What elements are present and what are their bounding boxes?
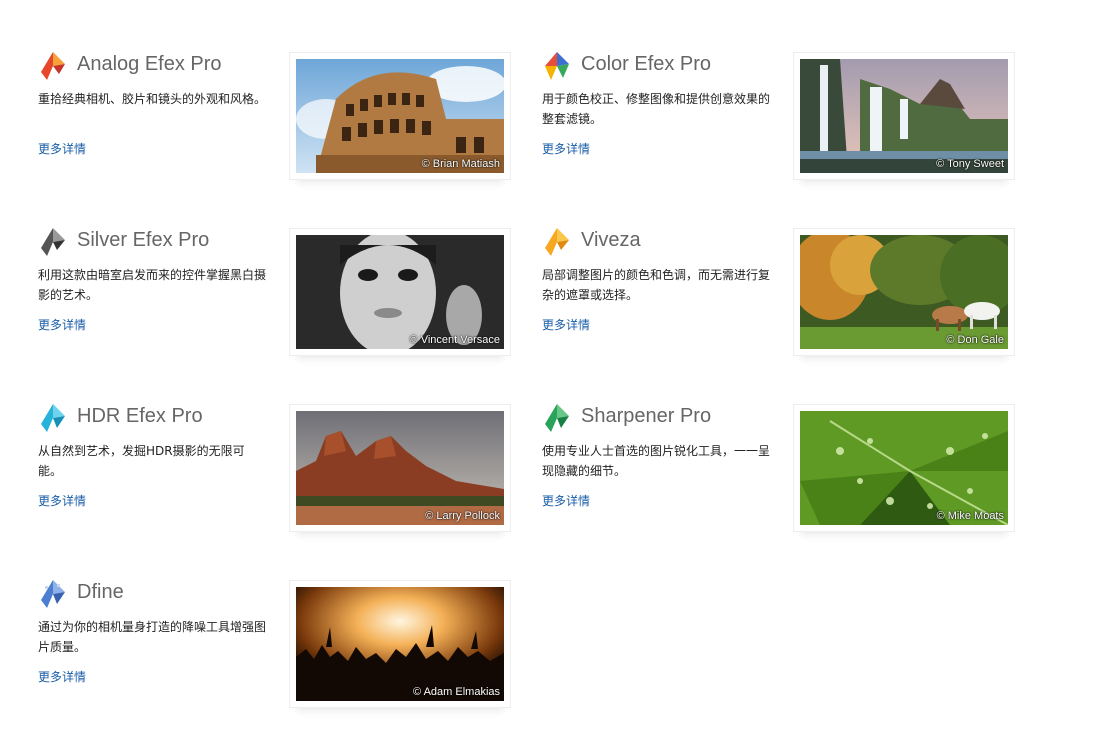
photo-credit: © Brian Matiash [421, 158, 500, 170]
product-description: 通过为你的相机量身打造的降噪工具增强图片质量。 [38, 620, 267, 654]
sharpener-pro-logo-icon [545, 404, 569, 432]
product-silver-efex-pro: Silver Efex Pro 利用这款由暗室启发而来的控件掌握黑白摄影的艺术。… [0, 226, 511, 386]
product-color-efex-pro: Color Efex Pro 用于颜色校正、修整图像和提供创意效果的整套滤镜。 … [504, 50, 1015, 210]
leaf-photo: © Mike Moats [800, 411, 1008, 525]
red-rocks-photo: © Larry Pollock [296, 411, 504, 525]
product-dfine: Dfine 通过为你的相机量身打造的降噪工具增强图片质量。 更多详情 © Ada… [0, 578, 511, 738]
more-details-link[interactable]: 更多详情 [542, 492, 590, 509]
photo-credit: © Vincent Versace [409, 334, 500, 346]
product-photo-frame[interactable]: © Larry Pollock [289, 404, 511, 532]
product-photo-frame[interactable]: © Brian Matiash [289, 52, 511, 180]
photo-credit: © Don Gale [946, 334, 1004, 346]
colosseum-photo: © Brian Matiash [296, 59, 504, 173]
color-efex-logo-icon [545, 52, 569, 80]
hdr-efex-logo-icon [41, 404, 65, 432]
product-photo-frame[interactable]: © Mike Moats [793, 404, 1015, 532]
product-title-row: Analog Efex Pro [37, 50, 277, 84]
product-description: 用于颜色校正、修整图像和提供创意效果的整套滤镜。 [542, 92, 771, 126]
product-description: 从自然到艺术，发掘HDR摄影的无限可能。 [38, 444, 245, 478]
product-title-row: Dfine [37, 578, 277, 612]
product-viveza: Viveza 局部调整图片的颜色和色调，而无需进行复杂的遮罩或选择。 更多详情 [504, 226, 1015, 386]
more-details-link[interactable]: 更多详情 [38, 492, 86, 509]
product-hdr-efex-pro: HDR Efex Pro 从自然到艺术，发掘HDR摄影的无限可能。 更多详情 ©… [0, 402, 511, 562]
more-details-link[interactable]: 更多详情 [38, 668, 86, 685]
photo-credit: © Tony Sweet [936, 158, 1004, 170]
concert-photo: © Adam Elmakias [296, 587, 504, 701]
product-description: 利用这款由暗室启发而来的控件掌握黑白摄影的艺术。 [38, 268, 267, 302]
viveza-logo-icon [545, 228, 569, 256]
photo-credit: © Larry Pollock [425, 510, 500, 522]
portrait-photo: © Vincent Versace [296, 235, 504, 349]
analog-efex-logo-icon [41, 52, 65, 80]
product-name[interactable]: Viveza [581, 229, 641, 252]
product-grid: Analog Efex Pro 重拾经典相机、胶片和镜头的外观和风格。 更多详情 [0, 0, 1108, 742]
product-name[interactable]: HDR Efex Pro [77, 405, 203, 428]
horses-photo: © Don Gale [800, 235, 1008, 349]
more-details-link[interactable]: 更多详情 [38, 140, 86, 157]
product-description: 使用专业人士首选的图片锐化工具，一一呈现隐藏的细节。 [542, 444, 771, 478]
product-name[interactable]: Color Efex Pro [581, 53, 711, 76]
more-details-link[interactable]: 更多详情 [542, 140, 590, 157]
product-photo-frame[interactable]: © Vincent Versace [289, 228, 511, 356]
product-sharpener-pro: Sharpener Pro 使用专业人士首选的图片锐化工具，一一呈现隐藏的细节。… [504, 402, 1015, 562]
product-photo-frame[interactable]: © Don Gale [793, 228, 1015, 356]
product-title-row: Sharpener Pro [541, 402, 781, 436]
product-name[interactable]: Silver Efex Pro [77, 229, 209, 252]
more-details-link[interactable]: 更多详情 [542, 316, 590, 333]
product-name[interactable]: Dfine [77, 581, 124, 604]
waterfall-photo: © Tony Sweet [800, 59, 1008, 173]
product-name[interactable]: Analog Efex Pro [77, 53, 222, 76]
product-title-row: Color Efex Pro [541, 50, 781, 84]
silver-efex-logo-icon [41, 228, 65, 256]
photo-credit: © Mike Moats [936, 510, 1004, 522]
product-title-row: HDR Efex Pro [37, 402, 277, 436]
photo-credit: © Adam Elmakias [413, 686, 500, 698]
product-name[interactable]: Sharpener Pro [581, 405, 711, 428]
product-analog-efex-pro: Analog Efex Pro 重拾经典相机、胶片和镜头的外观和风格。 更多详情 [0, 50, 511, 210]
product-photo-frame[interactable]: © Adam Elmakias [289, 580, 511, 708]
product-title-row: Viveza [541, 226, 781, 260]
product-title-row: Silver Efex Pro [37, 226, 277, 260]
product-description: 局部调整图片的颜色和色调，而无需进行复杂的遮罩或选择。 [542, 268, 771, 302]
more-details-link[interactable]: 更多详情 [38, 316, 86, 333]
product-photo-frame[interactable]: © Tony Sweet [793, 52, 1015, 180]
product-description: 重拾经典相机、胶片和镜头的外观和风格。 [38, 92, 267, 106]
dfine-logo-icon [41, 580, 65, 608]
